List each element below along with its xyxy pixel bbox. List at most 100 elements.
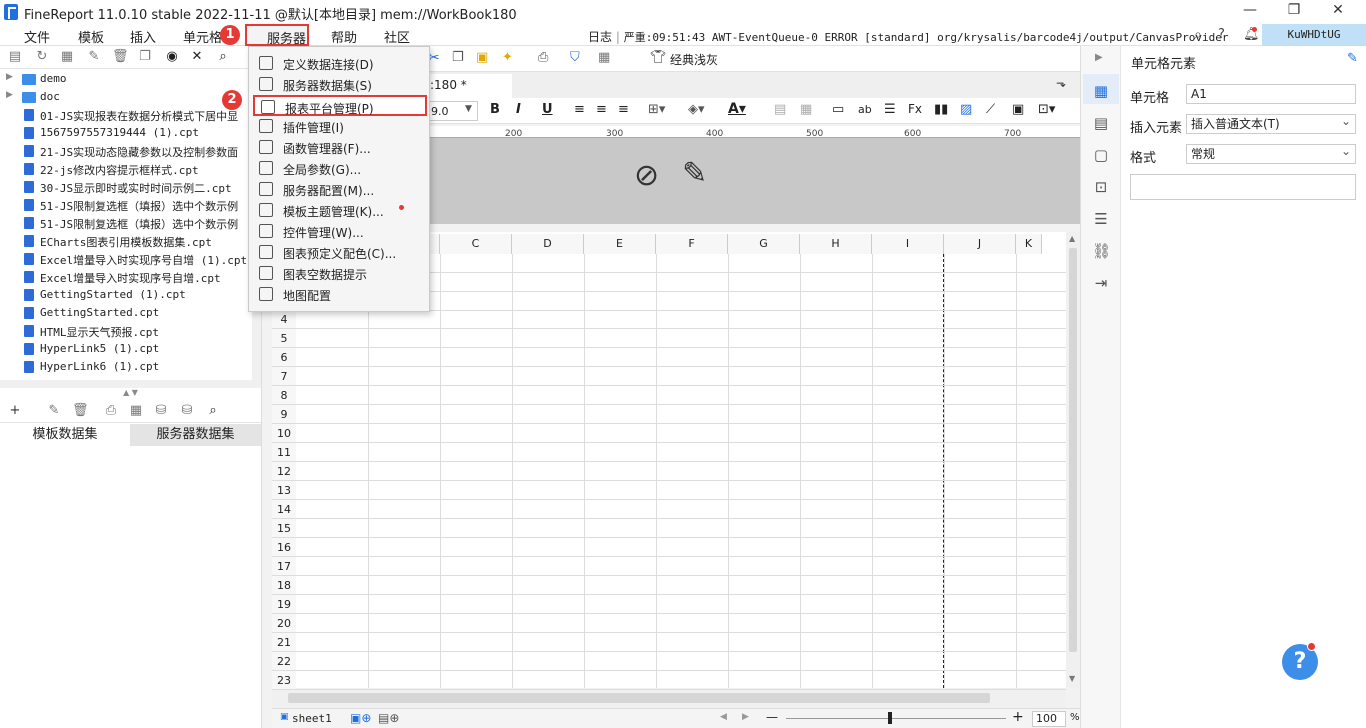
add-dataset-icon[interactable]: + (8, 404, 22, 418)
expand-panel-icon[interactable]: ▶ (1095, 52, 1103, 63)
help-circle-icon[interactable]: ? (1218, 27, 1225, 42)
log-bar[interactable]: 日志 | 严重:09:51:43 AWT-EventQueue-0 ERROR … (588, 28, 1229, 45)
menu-insert[interactable]: 插入 (130, 27, 156, 46)
field-icon[interactable]: ▭ (832, 102, 844, 117)
chevron-right-icon[interactable]: ▶ (6, 72, 13, 82)
server-menu-item[interactable]: 图表空数据提示 (253, 263, 427, 284)
border-icon[interactable]: ⊞▾ (648, 102, 665, 117)
page-prev-icon[interactable]: ◀ (720, 712, 727, 722)
refresh-icon[interactable]: ↻ (35, 50, 49, 64)
tree-file[interactable]: 51-JS限制复选框（填报）选中个数示例 (0, 196, 250, 214)
bold-button[interactable]: B (490, 102, 500, 117)
server-menu-item[interactable]: 服务器配置(M)... (253, 179, 427, 200)
search-dataset-icon[interactable]: ⌕ (206, 404, 220, 418)
server-menu-item[interactable]: 图表预定义配色(C)... (253, 242, 427, 263)
paste-icon[interactable]: ▣ (476, 50, 488, 65)
log-label[interactable]: 日志 (588, 30, 612, 44)
menu-template[interactable]: 模板 (78, 27, 104, 46)
underline-button[interactable]: U (542, 102, 553, 117)
server-menu-item[interactable]: 模板主题管理(K)... (253, 200, 427, 221)
server-menu-item[interactable]: 函数管理器(F)... (253, 137, 427, 158)
tree-file[interactable]: 21-JS实现动态隐藏参数以及控制参数面 (0, 142, 250, 160)
server-menu-item[interactable]: 地图配置 (253, 284, 427, 305)
splitter[interactable]: ▲ ▼ (0, 388, 261, 400)
delete-dataset-icon[interactable]: 🗑︎ (72, 404, 89, 418)
theme-shirt-icon[interactable]: 👕︎ (650, 50, 667, 65)
hide-eye-icon[interactable]: ⊘ (634, 158, 659, 193)
tree-file[interactable]: GettingStarted (1).cpt (0, 286, 250, 304)
copy-icon[interactable]: ❐ (452, 50, 464, 65)
dataset-detail-icon[interactable]: ▦ (129, 404, 143, 418)
tree-file[interactable]: 1567597557319444 (1).cpt (0, 124, 250, 142)
tab-template-dataset[interactable]: 模板数据集 (0, 424, 130, 446)
format-painter-icon[interactable]: ✦ (502, 50, 513, 65)
tree-folder[interactable]: ▶ doc (0, 88, 250, 106)
search-tree-icon[interactable]: ⌕ (216, 50, 230, 64)
page-next-icon[interactable]: ▶ (742, 712, 749, 722)
pencil-icon[interactable]: ✎ (682, 156, 707, 191)
tree-file[interactable]: Excel增量导入时实现序号自增.cpt (0, 268, 250, 286)
server-menu-item[interactable]: 定义数据连接(D) (253, 53, 427, 74)
copy-icon[interactable]: ❐ (138, 50, 152, 64)
insert-element-select[interactable]: 插入普通文本(T) (1186, 112, 1356, 134)
sheet-tab[interactable]: sheet1 (292, 712, 332, 725)
rich-text-icon[interactable]: ☰ (884, 102, 896, 117)
hyperlink-icon[interactable]: ⛓︎ (1092, 242, 1111, 260)
menu-community[interactable]: 社区 (384, 27, 410, 46)
add-sheet-icon[interactable]: ▣⊕ (350, 711, 371, 725)
tree-file[interactable]: 51-JS限制复选框（填报）选中个数示例 (0, 214, 250, 232)
frame-icon[interactable]: ⊡▾ (1038, 102, 1055, 117)
server-menu-item[interactable]: 控件管理(W)... (253, 221, 427, 242)
hscroll-thumb[interactable] (288, 693, 990, 703)
scroll-thumb[interactable] (1069, 248, 1077, 652)
theme-label[interactable]: 经典浅灰 (670, 51, 718, 68)
server-menu-item[interactable]: 全局参数(G)... (253, 158, 427, 179)
menu-file[interactable]: 文件 (24, 27, 50, 46)
preview-icon[interactable]: ⎙ (538, 50, 548, 65)
database-link-icon[interactable]: ⛁ (180, 404, 194, 418)
align-right-icon[interactable]: ≡ (618, 102, 629, 117)
align-left-icon[interactable]: ≡ (574, 102, 585, 117)
align-center-icon[interactable]: ≡ (596, 102, 607, 117)
formula-icon[interactable]: Fx (908, 102, 922, 116)
unmerge-icon[interactable]: ▦ (800, 102, 812, 117)
italic-button[interactable]: I (516, 102, 521, 117)
edit-dataset-icon[interactable]: ✎ (47, 404, 61, 418)
tree-file[interactable]: GettingStarted.cpt (0, 304, 250, 322)
tree-file[interactable]: HyperLink5 (1).cpt (0, 340, 250, 358)
zoom-out-button[interactable]: — (766, 710, 778, 724)
tree-file[interactable]: HTML显示天气预报.cpt (0, 322, 250, 340)
tree-file[interactable]: 30-JS显示即时或实时时间示例二.cpt (0, 178, 250, 196)
zoom-input[interactable]: 100 (1032, 711, 1066, 727)
scroll-down-icon[interactable]: ▼ (1069, 674, 1075, 683)
font-size-select[interactable]: 9.0 ▼ (426, 101, 478, 121)
plugin-icon[interactable]: ⛉ (570, 50, 580, 65)
image-icon[interactable]: ▨ (960, 102, 972, 117)
cell-element-icon[interactable]: ▦ (1092, 82, 1110, 100)
import-icon[interactable]: ⇥ (1092, 274, 1110, 292)
preview-dataset-icon[interactable]: ⎙ (104, 404, 118, 418)
tree-file[interactable]: 22-js修改内容提示框样式.cpt (0, 160, 250, 178)
cell-attribute-icon[interactable]: ▤ (1092, 114, 1110, 132)
restore-icon[interactable]: ❐ (1274, 2, 1314, 18)
cell-content-input[interactable] (1130, 174, 1356, 200)
tree-file[interactable]: 01-JS实现报表在数据分析模式下居中显 (0, 106, 250, 124)
horizontal-scrollbar[interactable] (272, 688, 1066, 708)
sub-report-icon[interactable]: ▣ (1012, 102, 1024, 117)
cell-style-icon[interactable]: ▢ (1092, 146, 1110, 164)
collapse-icon[interactable]: ✕ (190, 50, 204, 64)
user-account-button[interactable]: KuWHDtUG (1262, 24, 1366, 46)
zoom-slider-thumb[interactable] (888, 712, 892, 724)
fill-color-icon[interactable]: ◈▾ (688, 102, 705, 117)
font-color-icon[interactable]: A▾ (728, 101, 746, 117)
chart-icon[interactable]: ▮▮ (934, 102, 948, 117)
close-icon[interactable]: ✕ (1318, 2, 1358, 18)
tree-folder[interactable]: ▶ demo (0, 70, 250, 88)
add-poly-sheet-icon[interactable]: ▤⊕ (378, 711, 399, 725)
menu-cell[interactable]: 单元格 (183, 27, 222, 46)
server-menu-item-platform[interactable]: 报表平台管理(P) (253, 95, 427, 116)
tree-file[interactable]: HyperLink6 (1).cpt (0, 358, 250, 376)
database-icon[interactable]: ⛁ (154, 404, 168, 418)
properties-icon[interactable]: ▦ (60, 50, 74, 64)
text-icon[interactable]: ab (858, 103, 872, 116)
